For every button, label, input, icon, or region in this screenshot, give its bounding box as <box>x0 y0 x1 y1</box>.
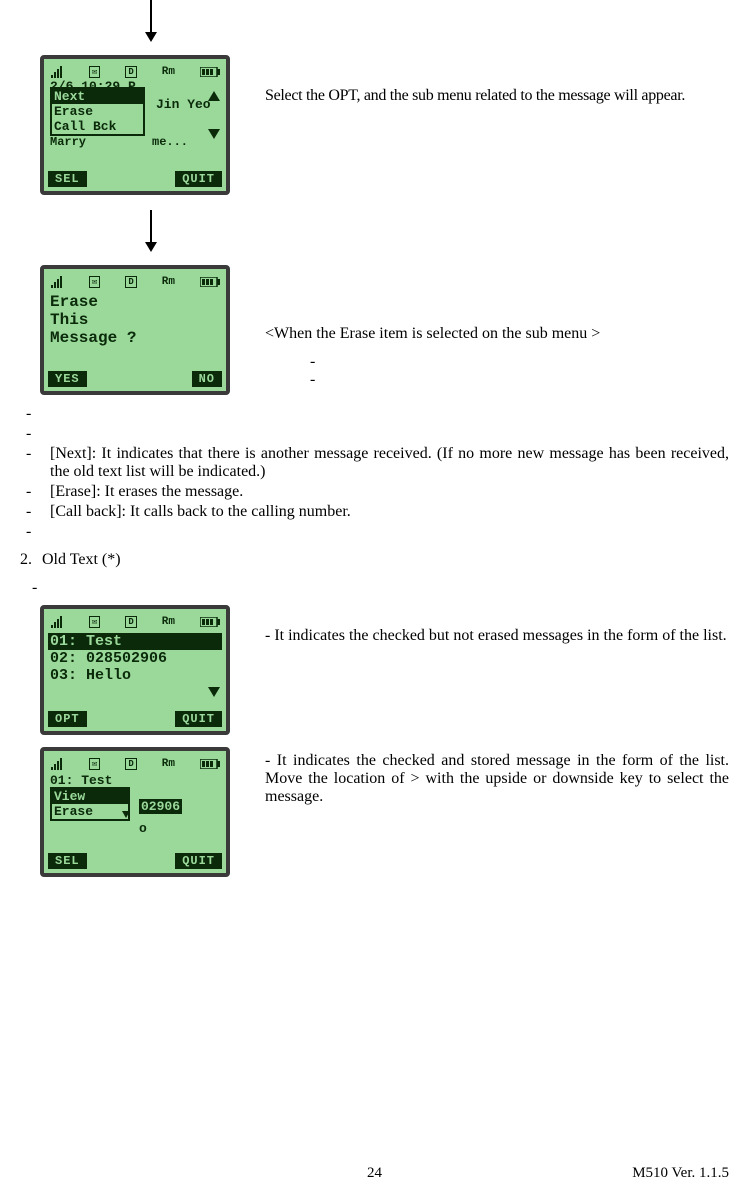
erase-line2: This <box>48 311 222 329</box>
scroll-down-icon <box>208 129 220 143</box>
softkey-quit[interactable]: QUIT <box>175 711 222 727</box>
signal-icon <box>50 758 64 770</box>
arrow-down-icon <box>150 210 152 250</box>
list-row-2[interactable]: 02: 028502906 <box>48 650 222 667</box>
dash: - <box>26 503 38 521</box>
phone-screen-3: ✉ D Rm 01: Test 02: 028502906 03: Hello … <box>40 605 230 735</box>
dash: - <box>26 425 38 443</box>
rm-icon: Rm <box>162 66 175 78</box>
submenu-popup: View Erase <box>50 787 130 821</box>
phone-screen-4: ✉ D Rm 01: Test 02906 o View Erase SEL Q… <box>40 747 230 877</box>
screen4-row: ✉ D Rm 01: Test 02906 o View Erase SEL Q… <box>20 747 729 877</box>
envelope-icon: ✉ <box>89 66 100 78</box>
softkey-bar: YES NO <box>48 371 222 387</box>
status-bar: ✉ D Rm <box>48 613 222 631</box>
bullet-next: [Next]: It indicates that there is anoth… <box>50 445 729 481</box>
section-2-heading: 2. Old Text (*) <box>20 551 729 569</box>
bullet-callback: [Call back]: It calls back to the callin… <box>50 503 351 521</box>
submenu-item-view[interactable]: View <box>52 789 128 804</box>
softkey-yes[interactable]: YES <box>48 371 87 387</box>
softkey-no[interactable]: NO <box>192 371 222 387</box>
status-bar: ✉ D Rm <box>48 755 222 773</box>
envelope-icon: ✉ <box>89 758 100 770</box>
softkey-bar: SEL QUIT <box>48 853 222 869</box>
page-number: 24 <box>367 1165 382 1182</box>
battery-icon <box>200 759 220 769</box>
signal-icon <box>50 276 64 288</box>
phone-screen-2: ✉ D Rm Erase This Message ? YES NO <box>40 265 230 395</box>
bullets-block: - - -[Next]: It indicates that there is … <box>26 405 729 541</box>
dash: - <box>32 579 729 597</box>
list-row-3[interactable]: 03: Hello <box>48 667 222 684</box>
dash: - <box>26 445 38 481</box>
scroll-up-icon <box>208 91 220 105</box>
bullet-erase: [Erase]: It erases the message. <box>50 483 243 501</box>
screen3-row: ✉ D Rm 01: Test 02: 028502906 03: Hello … <box>20 605 729 735</box>
envelope-icon: ✉ <box>89 616 100 628</box>
battery-icon <box>200 617 220 627</box>
scroll-down-icon <box>122 811 130 822</box>
truncated-text-2: me... <box>152 135 188 149</box>
scroll-down-icon <box>208 687 220 701</box>
partial-row-2: 02906 <box>139 799 182 814</box>
rm-icon: Rm <box>162 276 175 288</box>
rm-icon: Rm <box>162 758 175 770</box>
partial-row-1: 01: Test <box>50 773 112 788</box>
screen1-row: ✉ D Rm 2/6 10:29 P Jin Yeo Marry me... N… <box>20 55 729 195</box>
submenu-popup: Next Erase Call Bck <box>50 87 145 136</box>
submenu-item-erase[interactable]: Erase <box>52 804 128 819</box>
phone-screen-1: ✉ D Rm 2/6 10:29 P Jin Yeo Marry me... N… <box>40 55 230 195</box>
d-icon: D <box>125 616 136 628</box>
screen4-description: - It indicates the checked and stored me… <box>265 747 729 806</box>
erase-line3: Message ? <box>48 329 222 347</box>
screen3-description: - It indicates the checked but not erase… <box>265 605 729 645</box>
rm-icon: Rm <box>162 616 175 628</box>
status-bar: ✉ D Rm <box>48 273 222 291</box>
version-label: M510 Ver. 1.1.5 <box>632 1165 729 1182</box>
section-number: 2. <box>20 551 32 569</box>
dash: - <box>26 483 38 501</box>
dash: - <box>310 371 729 389</box>
screen2-row: ✉ D Rm Erase This Message ? YES NO <When… <box>20 265 729 395</box>
partial-row-3: o <box>139 821 147 836</box>
battery-icon <box>200 277 220 287</box>
softkey-sel[interactable]: SEL <box>48 171 87 187</box>
submenu-item-erase[interactable]: Erase <box>52 104 143 119</box>
softkey-sel[interactable]: SEL <box>48 853 87 869</box>
battery-icon <box>200 67 220 77</box>
softkey-quit[interactable]: QUIT <box>175 853 222 869</box>
softkey-bar: OPT QUIT <box>48 711 222 727</box>
arrow-down-icon <box>150 0 152 40</box>
submenu-item-callback[interactable]: Call Bck <box>52 119 143 134</box>
dash: - <box>26 405 38 423</box>
screen2-description: <When the Erase item is selected on the … <box>265 325 729 343</box>
d-icon: D <box>125 276 136 288</box>
truncated-text: Marry <box>50 135 86 149</box>
submenu-item-next[interactable]: Next <box>52 89 143 104</box>
caller-name: Jin Yeo <box>156 97 211 112</box>
scroll-up-icon <box>122 791 130 802</box>
section-title: Old Text (*) <box>42 551 121 569</box>
dash: - <box>26 523 38 541</box>
d-icon: D <box>125 758 136 770</box>
screen1-description: Select the OPT, and the sub menu related… <box>265 55 729 105</box>
softkey-quit[interactable]: QUIT <box>175 171 222 187</box>
list-row-1[interactable]: 01: Test <box>48 633 222 650</box>
erase-line1: Erase <box>48 293 222 311</box>
dash: - <box>310 353 729 371</box>
softkey-bar: SEL QUIT <box>48 171 222 187</box>
scroll-up-icon <box>208 633 220 647</box>
page-footer: 24 M510 Ver. 1.1.5 <box>20 1165 729 1182</box>
signal-icon <box>50 616 64 628</box>
d-icon: D <box>125 66 136 78</box>
signal-icon <box>50 66 64 78</box>
envelope-icon: ✉ <box>89 276 100 288</box>
softkey-opt[interactable]: OPT <box>48 711 87 727</box>
